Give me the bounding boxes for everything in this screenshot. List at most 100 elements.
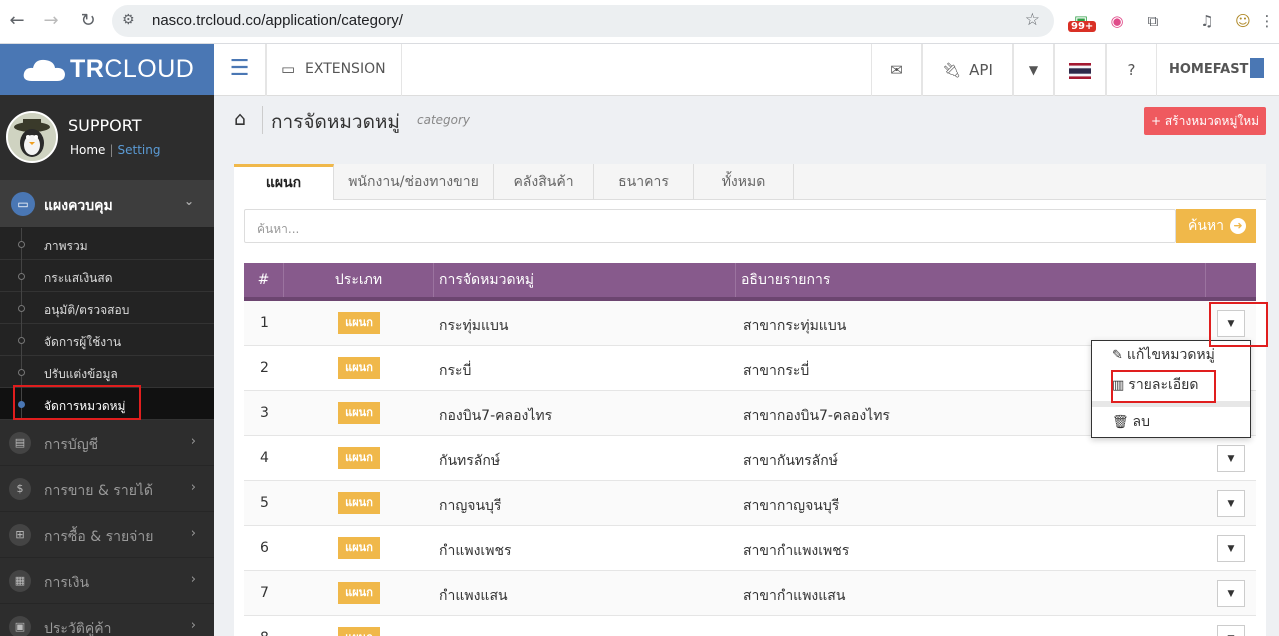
row-action-dropdown-button[interactable]: ▼ — [1217, 445, 1245, 472]
hamburger-menu-icon[interactable]: ☰ — [214, 44, 266, 96]
submenu-label: ปรับแต่งข้อมูล — [44, 367, 118, 381]
arrow-right-icon: ➜ — [1230, 218, 1246, 234]
site-info-icon[interactable]: ⚙ — [122, 12, 135, 28]
highlight-box — [13, 385, 141, 420]
setting-link[interactable]: Setting — [117, 143, 160, 157]
create-category-button[interactable]: + สร้างหมวดหมู่ใหม่ — [1144, 107, 1266, 135]
plug-icon: 🔌︎ — [942, 61, 962, 79]
dollar-icon: $ — [9, 478, 31, 500]
browser-toolbar: ← → ↻ ⚙ nasco.trcloud.co/application/cat… — [0, 0, 1279, 44]
api-label: API — [969, 61, 993, 79]
cloud-icon — [23, 59, 65, 81]
top-header: ☰ ▭ EXTENSION ✉ 🔌︎ API ▼ ? HOMEFAST — [214, 44, 1279, 96]
browser-menu-icon[interactable]: ⋮ — [1256, 10, 1278, 32]
menu-contacts[interactable]: ▣ ประวัติคู่ค้า › — [0, 604, 214, 636]
bullet-icon — [18, 241, 25, 248]
category-description: สาขากำแพงแสน — [743, 588, 846, 604]
bullet-icon — [18, 337, 25, 344]
tab-warehouse[interactable]: คลังสินค้า — [494, 164, 594, 200]
media-control-icon[interactable]: ♫ — [1196, 10, 1218, 32]
search-button[interactable]: ค้นหา ➜ — [1176, 209, 1256, 243]
menu-purchase[interactable]: ⊞ การซื้อ & รายจ่าย › — [0, 512, 214, 558]
row-number: 2 — [260, 360, 269, 376]
menu-dashboard-label: แผงควบคุม — [44, 198, 113, 214]
language-flag-button[interactable] — [1054, 44, 1106, 96]
page-header: ⌂ การจัดหมวดหมู่ category + สร้างหมวดหมู… — [214, 96, 1279, 146]
menu-dashboard[interactable]: ▭ แผงควบคุม ⌄ — [0, 180, 214, 228]
monitor-icon: ▭ — [281, 60, 296, 78]
row-action-dropdown-button[interactable]: ▼ — [1217, 580, 1245, 607]
home-icon[interactable]: ⌂ — [234, 108, 246, 130]
url-text[interactable]: nasco.trcloud.co/application/category/ — [152, 12, 403, 29]
submenu-label: กระแสเงินสด — [44, 271, 113, 285]
extensions-puzzle-icon[interactable]: ⧉ — [1142, 10, 1164, 32]
back-icon[interactable]: ← — [6, 10, 28, 32]
table-row: 6 แผนก กำแพงเพชร สาขากำแพงเพชร ▼ — [244, 526, 1256, 571]
submenu-customize[interactable]: ปรับแต่งข้อมูล — [0, 356, 214, 388]
menu-delete-label: ลบ — [1132, 414, 1150, 430]
menu-label: การซื้อ & รายจ่าย — [44, 529, 154, 545]
help-icon[interactable]: ? — [1106, 44, 1157, 96]
row-action-dropdown-button[interactable]: ▼ — [1217, 490, 1245, 517]
tab-all[interactable]: ทั้งหมด — [694, 164, 794, 200]
profile-avatar-icon[interactable]: ☺ — [1232, 10, 1254, 32]
row-action-dropdown-button[interactable]: ▼ — [1217, 535, 1245, 562]
table-row: 5 แผนก กาญจนบุรี สาขากาญจนบุรี ▼ — [244, 481, 1256, 526]
search-input[interactable]: ค้นหา... — [244, 209, 1176, 243]
type-badge: แผนก — [338, 402, 380, 424]
forward-icon[interactable]: → — [40, 10, 62, 32]
submenu-cashflow[interactable]: กระแสเงินสด — [0, 260, 214, 292]
thai-flag-icon — [1069, 62, 1091, 79]
building-icon — [1250, 58, 1264, 78]
extension-color-icon[interactable]: ◉ — [1106, 10, 1128, 32]
tab-staff-channel[interactable]: พนักงาน/ช่องทางขาย — [334, 164, 494, 200]
submenu-users[interactable]: จัดการผู้ใช้งาน — [0, 324, 214, 356]
submenu-overview[interactable]: ภาพรวม — [0, 228, 214, 260]
tab-bank[interactable]: ธนาคาร — [594, 164, 694, 200]
address-bar[interactable]: ⚙ nasco.trcloud.co/application/category/… — [112, 5, 1054, 37]
brand-logo[interactable]: TRCLOUD — [0, 44, 214, 95]
row-number: 4 — [260, 450, 269, 466]
table-row: 7 แผนก กำแพงแสน สาขากำแพงแสน ▼ — [244, 571, 1256, 616]
bullet-icon — [18, 305, 25, 312]
mail-icon[interactable]: ✉ — [871, 44, 922, 96]
menu-label: การบัญชี — [44, 437, 99, 453]
tab-department[interactable]: แผนก — [234, 164, 334, 200]
category-name: กันทรลักษ์ — [439, 453, 501, 469]
logo-text: TRCLOUD — [70, 55, 194, 84]
type-badge: แผนก — [338, 537, 380, 559]
calendar-icon: ▦ — [9, 570, 31, 592]
bullet-icon — [18, 273, 25, 280]
company-switcher[interactable]: HOMEFAST — [1169, 44, 1279, 96]
category-description: สาขากันทรลักษ์ — [743, 453, 838, 469]
submenu-label: จัดการผู้ใช้งาน — [44, 335, 122, 349]
reload-icon[interactable]: ↻ — [77, 10, 99, 32]
bullet-icon — [18, 369, 25, 376]
row-number: 8 — [260, 630, 269, 636]
row-action-dropdown-button[interactable]: ▼ — [1217, 625, 1245, 636]
type-badge: แผนก — [338, 312, 380, 334]
trash-icon: 🗑︎ — [1112, 415, 1129, 430]
search-button-label: ค้นหา — [1188, 218, 1225, 234]
chevron-right-icon: › — [190, 526, 196, 541]
row-number: 3 — [260, 405, 269, 421]
menu-sales[interactable]: $ การขาย & รายได้ › — [0, 466, 214, 512]
extension-button[interactable]: ▭ EXTENSION — [266, 44, 402, 96]
submenu-label: ภาพรวม — [44, 239, 88, 253]
caret-down-icon[interactable]: ▼ — [1013, 44, 1054, 96]
user-name: SUPPORT — [68, 116, 142, 135]
row-number: 7 — [260, 585, 269, 601]
profile-links: Home | Setting — [70, 143, 161, 157]
menu-accounting[interactable]: ▤ การบัญชี › — [0, 420, 214, 466]
menu-delete[interactable]: 🗑︎ ลบ — [1092, 408, 1250, 436]
submenu-approve[interactable]: อนุมัติ/ตรวจสอบ — [0, 292, 214, 324]
bookmark-star-icon[interactable]: ☆ — [1025, 10, 1040, 30]
home-link[interactable]: Home — [70, 143, 105, 157]
chevron-down-icon: ⌄ — [183, 194, 194, 208]
sidebar: TRCLOUD SUPPORT Home | Setting ▭ แผงควบคุม… — [0, 44, 214, 636]
menu-label: การขาย & รายได้ — [44, 483, 154, 499]
avatar[interactable] — [6, 111, 58, 163]
menu-finance[interactable]: ▦ การเงิน › — [0, 558, 214, 604]
api-button[interactable]: 🔌︎ API — [922, 44, 1013, 96]
table-header: # ประเภท การจัดหมวดหมู่ อธิบายรายการ — [244, 263, 1256, 301]
